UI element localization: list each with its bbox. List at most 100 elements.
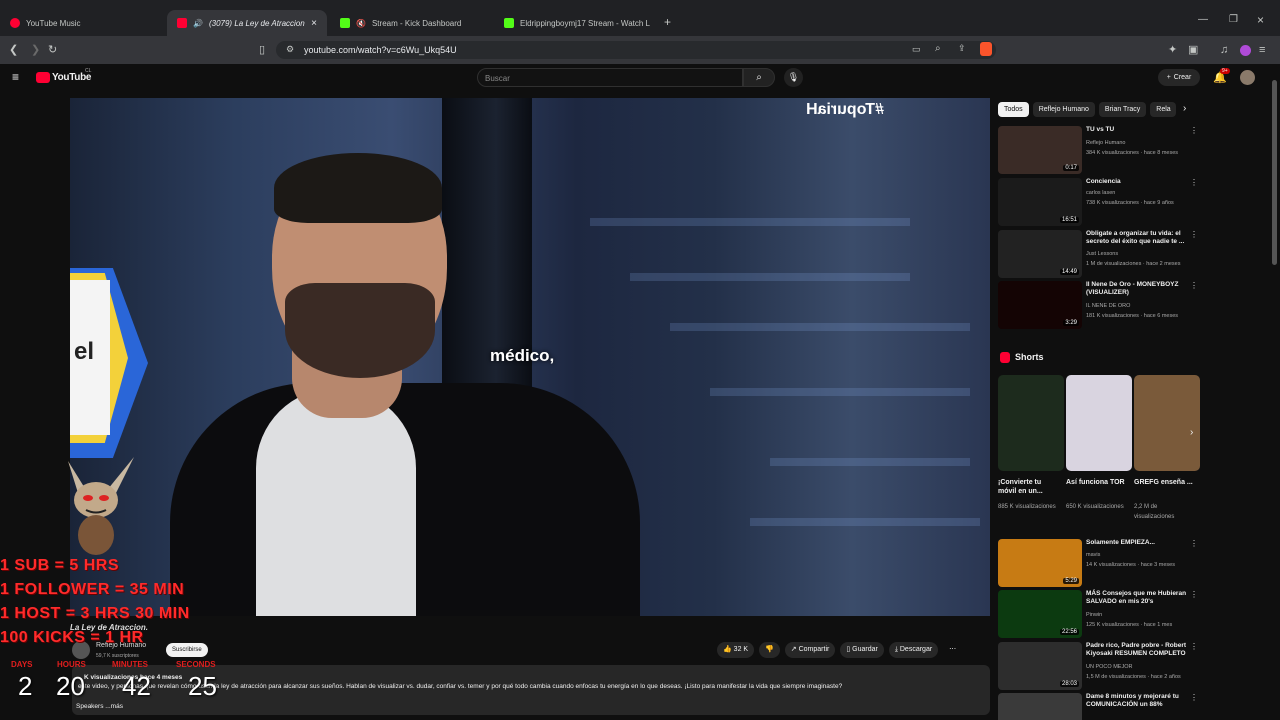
video-thumbnail[interactable]: 16:51	[998, 178, 1082, 226]
avatar[interactable]	[1240, 70, 1255, 85]
close-tab-icon[interactable]: ×	[311, 18, 317, 29]
leo-ai-icon[interactable]	[1240, 45, 1251, 56]
video-title[interactable]: Conciencia	[1086, 178, 1190, 186]
youtube-music-icon	[10, 18, 20, 28]
video-thumbnail[interactable]: 14:49	[998, 230, 1082, 278]
share-page-icon[interactable]: ⇪	[958, 43, 966, 54]
mascot-image	[56, 455, 136, 555]
cast-icon[interactable]: ▭	[912, 44, 921, 55]
video-title[interactable]: Il Nene De Oro - MONEYBOYZ (VISUALIZER)	[1086, 281, 1190, 297]
chevron-right-icon[interactable]: ›	[1183, 103, 1186, 114]
person-hair	[274, 153, 442, 223]
rule-line: 1 FOLLOWER = 35 MIN	[0, 581, 185, 598]
video-player[interactable]: el médico, #TopuriaH	[70, 98, 990, 616]
related-video[interactable]: 14:49 Obligate a organizar tu vida: el s…	[998, 230, 1198, 280]
short-thumbnail[interactable]	[1066, 375, 1132, 471]
video-channel[interactable]: Reflejo Humano	[1086, 140, 1125, 146]
video-channel[interactable]: Pinwin	[1086, 612, 1102, 618]
brave-shield-icon[interactable]	[980, 42, 992, 56]
restore-icon[interactable]: ❐	[1229, 14, 1238, 25]
close-window-icon[interactable]: ×	[1257, 13, 1264, 27]
tab-kick-dashboard[interactable]: 🔇 Stream - Kick Dashboard	[330, 10, 490, 36]
scrollbar[interactable]	[1272, 80, 1277, 265]
bookmark-icon[interactable]: ▯	[259, 43, 265, 57]
video-title[interactable]: TU vs TU	[1086, 126, 1190, 134]
download-button[interactable]: ⤓ Descargar	[888, 642, 939, 658]
video-meta: 1,5 M de visualizaciones · hace 2 años	[1086, 674, 1181, 680]
video-thumbnail[interactable]: 22:56	[998, 590, 1082, 638]
video-thumbnail[interactable]	[998, 693, 1082, 720]
like-button[interactable]: 👍 32 K	[717, 642, 755, 658]
video-channel[interactable]: mavis	[1086, 552, 1100, 558]
short-views: 885 K visualizaciones	[998, 504, 1056, 510]
timer-days: 2	[18, 671, 33, 701]
site-info-icon[interactable]: ⚙	[286, 44, 294, 55]
minimize-icon[interactable]: —	[1198, 14, 1208, 25]
shorts-icon	[1000, 352, 1010, 363]
extensions-icon[interactable]: ✦	[1168, 43, 1177, 57]
related-video[interactable]: 16:51 Conciencia carlos lasen 738 K visu…	[998, 178, 1198, 228]
address-bar[interactable]: ⚙ youtube.com/watch?v=c6Wu_Ukq54U ▭ ⌕ ⇪	[276, 41, 996, 59]
video-thumbnail[interactable]: 5:29	[998, 539, 1082, 587]
more-options-icon[interactable]: ⋮	[1190, 178, 1198, 187]
video-title[interactable]: MÁS Consejos que me Hubieran SALVADO en …	[1086, 590, 1190, 606]
more-options-icon[interactable]: ⋮	[1190, 281, 1198, 290]
music-icon[interactable]: ♫	[1220, 43, 1228, 57]
more-options-icon[interactable]: ⋮	[1190, 230, 1198, 239]
related-video[interactable]: 28:03 Padre rico, Padre pobre - Robert K…	[998, 642, 1198, 692]
video-thumbnail[interactable]: 3:29	[998, 281, 1082, 329]
more-options-icon[interactable]: ⋮	[1190, 590, 1198, 599]
forward-icon[interactable]: ❯	[31, 43, 40, 57]
hamburger-menu-icon[interactable]: ≡	[12, 70, 19, 84]
short-title[interactable]: GREFG enseña ...	[1134, 478, 1194, 487]
short-thumbnail[interactable]	[1134, 375, 1200, 471]
search-icon[interactable]: ⌕	[743, 68, 775, 87]
short-title[interactable]: ¡Convierte tu móvil en un...	[998, 478, 1058, 496]
more-options-icon[interactable]: ⋮	[1190, 642, 1198, 651]
thumbs-down-icon: 👎	[765, 646, 774, 653]
video-title[interactable]: Obligate a organizar tu vida: el secreto…	[1086, 230, 1190, 246]
new-tab-icon[interactable]: +	[664, 15, 671, 29]
related-video[interactable]: Dame 8 minutos y mejoraré tu COMUNICACIÓ…	[998, 693, 1198, 720]
related-video[interactable]: 0:17 TU vs TU Reflejo Humano 384 K visua…	[998, 126, 1198, 176]
video-title[interactable]: Solamente EMPIEZA...	[1086, 539, 1190, 547]
menu-icon[interactable]: ≡	[1259, 43, 1265, 57]
short-thumbnail[interactable]	[998, 375, 1064, 471]
back-icon[interactable]: ❮	[9, 43, 18, 57]
chip-reflejo-humano[interactable]: Reflejo Humano	[1032, 102, 1095, 117]
video-thumbnail[interactable]: 28:03	[998, 642, 1082, 690]
tab-youtube-music[interactable]: YouTube Music	[0, 10, 165, 36]
create-button[interactable]: + Crear	[1158, 69, 1200, 86]
description-more[interactable]: Speakers ...más	[76, 703, 123, 710]
dislike-button[interactable]: 👎	[759, 642, 780, 658]
tab-kick-stream[interactable]: Eldrippingboymj17 Stream - Watch L	[494, 10, 654, 36]
more-actions-icon[interactable]: ⋯	[943, 642, 962, 658]
video-channel[interactable]: Just Lessons	[1086, 251, 1118, 257]
chip-todos[interactable]: Todos	[998, 102, 1029, 117]
video-channel[interactable]: UN POCO MEJOR	[1086, 664, 1132, 670]
video-channel[interactable]: carlos lasen	[1086, 190, 1115, 196]
save-button[interactable]: ▯ Guardar	[840, 642, 884, 658]
related-video[interactable]: 5:29 Solamente EMPIEZA... mavis 14 K vis…	[998, 539, 1198, 589]
share-button[interactable]: ↗ Compartir	[784, 642, 836, 658]
video-channel[interactable]: IL NENE DE ORO	[1086, 303, 1130, 309]
chevron-right-icon[interactable]: ›	[1190, 427, 1193, 438]
youtube-logo-icon[interactable]	[36, 72, 50, 83]
more-options-icon[interactable]: ⋮	[1190, 539, 1198, 548]
more-options-icon[interactable]: ⋮	[1190, 126, 1198, 135]
related-video[interactable]: 22:56 MÁS Consejos que me Hubieran SALVA…	[998, 590, 1198, 640]
chip-brian-tracy[interactable]: Brian Tracy	[1098, 102, 1147, 117]
video-title[interactable]: Dame 8 minutos y mejoraré tu COMUNICACIÓ…	[1086, 693, 1190, 709]
tab-youtube-video[interactable]: 🔊 (3079) La Ley de Atraccion ×	[167, 10, 327, 36]
reload-icon[interactable]: ↻	[48, 43, 57, 57]
video-title[interactable]: Padre rico, Padre pobre - Robert Kiyosak…	[1086, 642, 1190, 658]
zoom-icon[interactable]: ⌕	[935, 43, 941, 54]
related-video[interactable]: 3:29 Il Nene De Oro - MONEYBOYZ (VISUALI…	[998, 281, 1198, 331]
microphone-icon[interactable]: 🎙	[784, 68, 803, 87]
search-input[interactable]: Buscar	[477, 68, 743, 87]
sidebar-icon[interactable]: ▣	[1188, 43, 1198, 57]
short-title[interactable]: Así funciona TOR	[1066, 478, 1126, 487]
more-options-icon[interactable]: ⋮	[1190, 693, 1198, 702]
chip-related[interactable]: Rela	[1150, 102, 1177, 117]
video-thumbnail[interactable]: 0:17	[998, 126, 1082, 174]
